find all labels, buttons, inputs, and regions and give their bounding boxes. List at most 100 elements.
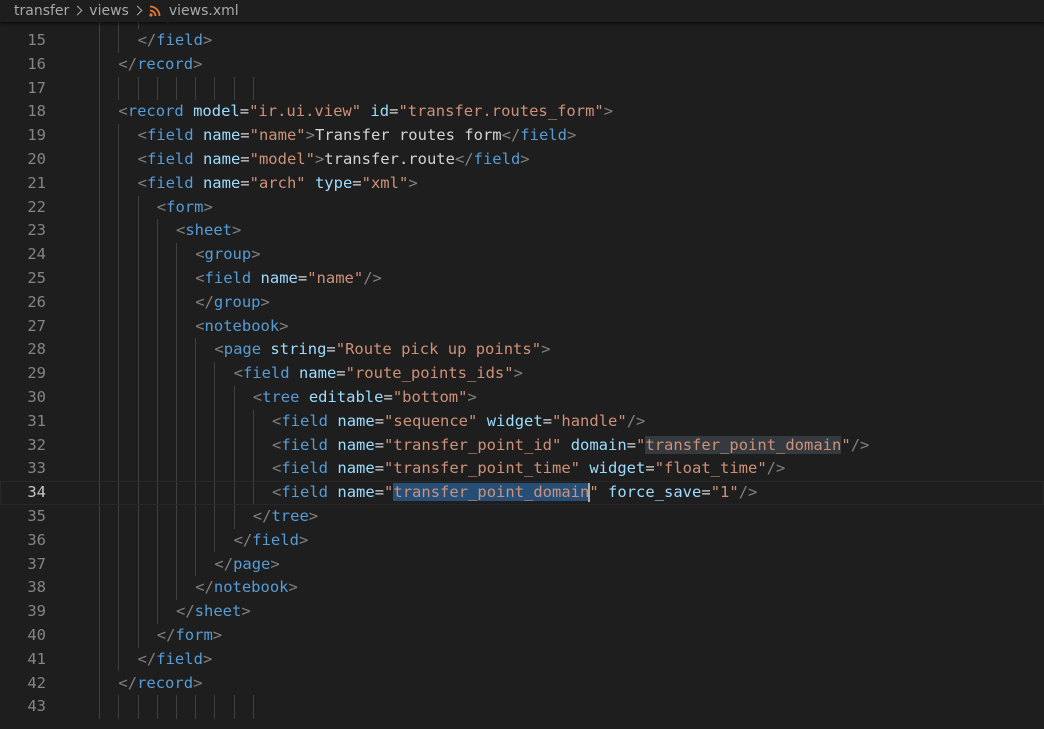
code-token: name (298, 364, 337, 383)
code-token: /> (738, 483, 758, 502)
line-code[interactable]: </group> (195, 291, 270, 315)
line-number: 26 (27, 292, 46, 311)
line-code[interactable]: </record> (118, 53, 202, 77)
code-line[interactable]: 19 <field name="name">Transfer routes for… (0, 124, 1044, 148)
code-token: name (337, 435, 375, 454)
code-line[interactable]: 26 </group> (0, 291, 1044, 315)
line-code[interactable]: <form> (157, 196, 213, 220)
breadcrumb-file[interactable]: views.xml (169, 3, 239, 19)
line-code[interactable]: <field name="transfer_point_domain" forc… (272, 481, 757, 505)
code-line[interactable]: 15 </field> (0, 29, 1044, 53)
line-code[interactable]: <group> (195, 243, 260, 267)
code-token: > (260, 292, 270, 311)
code-token: name (337, 483, 375, 502)
line-code[interactable]: </notebook> (195, 576, 298, 600)
code-line[interactable]: 27 <notebook> (0, 315, 1044, 339)
code-line[interactable]: 16 </record> (0, 53, 1044, 77)
code-token: "Route pick up points" (335, 340, 542, 359)
code-line[interactable]: 20 <field name="model">transfer.route</fi… (0, 148, 1044, 172)
line-code[interactable]: <page string="Route pick up points"> (214, 338, 550, 362)
line-code[interactable]: <record model="ir.ui.view" id="transfer.… (118, 100, 613, 124)
line-code[interactable]: <field name="transfer_point_time" widget… (272, 457, 785, 481)
line-code[interactable]: </sheet> (176, 600, 251, 624)
line-code[interactable]: <tree editable="bottom"> (253, 386, 477, 410)
breadcrumb-folder-transfer[interactable]: transfer (14, 3, 69, 19)
code-line[interactable]: 21 <field name="arch" type="xml"> (0, 172, 1044, 196)
code-token: < (118, 102, 128, 121)
code-line[interactable]: 23 <sheet> (0, 219, 1044, 243)
code-editor[interactable]: 14</form>15</field>16</record>1718<recor… (0, 0, 1044, 729)
line-number: 29 (27, 364, 46, 383)
code-token: sheet (185, 221, 233, 240)
code-token: > (251, 245, 261, 264)
code-token: < (195, 316, 205, 335)
line-code[interactable]: <field name="name">Transfer routes form<… (138, 124, 577, 148)
code-line[interactable]: 28 <page string="Route pick up points"> (0, 338, 1044, 362)
code-token: "float_time" (654, 459, 767, 478)
code-token: "xml" (361, 173, 409, 192)
code-token: = (374, 411, 385, 430)
line-code[interactable]: </record> (118, 672, 202, 696)
code-token: field (204, 268, 252, 287)
code-token: id (370, 102, 390, 121)
line-code[interactable]: <field name="route_points_ids"> (234, 362, 523, 386)
code-line[interactable]: 39 </sheet> (0, 600, 1044, 624)
code-token: form (166, 197, 204, 216)
line-code[interactable]: <field name="model">transfer.route</fiel… (138, 148, 530, 172)
line-code[interactable]: </tree> (253, 505, 318, 529)
code-token: < (252, 387, 263, 406)
line-code[interactable]: <field name="arch" type="xml"> (138, 172, 418, 196)
code-line[interactable]: 22 <form> (0, 196, 1044, 220)
code-line[interactable]: 36 </field> (0, 529, 1044, 553)
line-code[interactable]: </field> (138, 648, 213, 672)
code-token: notebook (204, 316, 280, 335)
code-token: "name" (249, 126, 306, 145)
code-line[interactable]: 18 <record model="ir.ui.view" id="transfe… (0, 100, 1044, 124)
code-token: </ (118, 54, 138, 73)
code-token: = (240, 126, 250, 145)
line-code[interactable]: <notebook> (195, 315, 288, 339)
code-line[interactable]: 33 <field name="transfer_point_time" widg… (0, 457, 1044, 481)
line-number: 31 (27, 411, 46, 430)
code-line[interactable]: 25 <field name="name"/> (0, 267, 1044, 291)
code-token: > (566, 126, 577, 145)
code-token: " (636, 435, 646, 454)
code-line[interactable]: 31 <field name="sequence" widget="handle"… (0, 410, 1044, 434)
line-code[interactable]: </field> (234, 529, 309, 553)
code-line[interactable]: 40 </form> (0, 624, 1044, 648)
code-line[interactable]: 17 (0, 77, 1044, 101)
code-token: = (240, 173, 250, 192)
breadcrumb-folder-views[interactable]: views (89, 3, 129, 19)
code-line[interactable]: 29 <field name="route_points_ids"> (0, 362, 1044, 386)
code-token: < (195, 245, 205, 264)
code-line[interactable]: 41 </field> (0, 648, 1044, 672)
line-code[interactable]: </page> (214, 553, 279, 577)
code-line[interactable]: 42 </record> (0, 672, 1044, 696)
line-code[interactable]: <field name="sequence" widget="handle"/> (272, 410, 645, 434)
code-token: notebook (213, 578, 289, 597)
code-line[interactable]: 24 <group> (0, 243, 1044, 267)
line-code[interactable]: <field name="transfer_point_id" domain="… (272, 434, 869, 458)
code-token: Transfer routes form (314, 126, 502, 145)
code-line[interactable]: 32 <field name="transfer_point_id" domain… (0, 434, 1044, 458)
chevron-right-icon (129, 0, 149, 22)
code-token: type (314, 173, 353, 192)
code-line[interactable]: 38 </notebook> (0, 576, 1044, 600)
code-line[interactable]: 43 (0, 695, 1044, 719)
code-token: " (841, 435, 851, 454)
code-line[interactable]: 35 </tree> (0, 505, 1044, 529)
line-code[interactable]: </field> (138, 29, 213, 53)
line-code[interactable]: </form> (157, 624, 222, 648)
code-token: = (626, 435, 637, 454)
line-code[interactable]: <sheet> (176, 219, 241, 243)
code-line[interactable]: 30 <tree editable="bottom"> (0, 386, 1044, 410)
code-line[interactable]: 37 </page> (0, 553, 1044, 577)
line-number: 16 (27, 54, 46, 73)
line-number: 39 (27, 602, 46, 621)
line-code[interactable]: <field name="name"/> (195, 267, 382, 291)
code-token: field (242, 364, 290, 383)
code-line[interactable]: 34 <field name="transfer_point_domain" fo… (0, 481, 1044, 505)
